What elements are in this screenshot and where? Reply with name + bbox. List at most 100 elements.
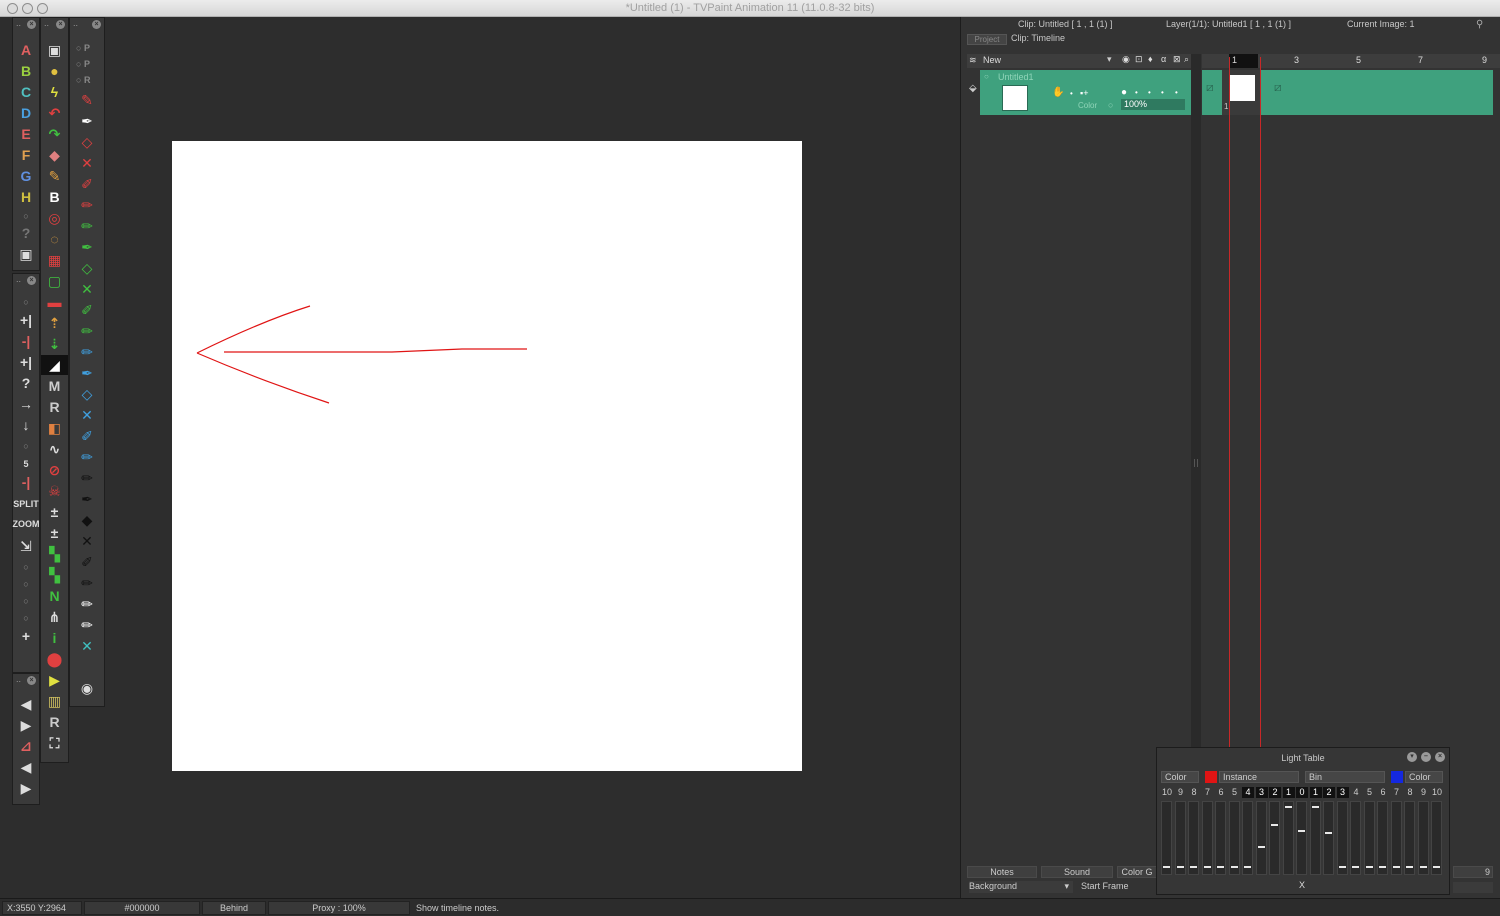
layers-icon[interactable]: ▚ <box>41 565 68 585</box>
pen-blue-icon[interactable]: ✒ <box>70 363 104 383</box>
insert-frame-icon[interactable]: +| <box>13 352 39 372</box>
pin-icon[interactable]: ⚲ <box>1476 19 1483 30</box>
close-panel-icon[interactable]: × <box>27 676 36 685</box>
opacity-slider[interactable] <box>1282 801 1294 875</box>
extend-right-icon[interactable]: ⧄ <box>1274 80 1282 95</box>
pen-tool-icon[interactable]: ● <box>41 61 68 81</box>
layer-opacity-field[interactable]: 100% <box>1121 99 1185 110</box>
proxy-level[interactable]: Proxy : 100% <box>268 901 410 915</box>
slider-knob[interactable] <box>1352 866 1359 868</box>
marker-blue-icon[interactable]: ✏ <box>70 342 104 362</box>
undo-icon[interactable]: ↶ <box>41 103 68 123</box>
radio-option[interactable]: ○ R <box>70 70 104 90</box>
slider-knob[interactable] <box>1244 866 1251 868</box>
diamond-blue-icon[interactable]: ◇ <box>70 384 104 404</box>
diamond-green-icon[interactable]: ◇ <box>70 258 104 278</box>
spiral-icon[interactable]: ◎ <box>41 208 68 228</box>
fullscreen-icon[interactable]: ⛶ <box>41 733 68 753</box>
opacity-slider[interactable] <box>1431 801 1442 875</box>
add-icon[interactable]: + <box>13 626 39 646</box>
x-red-icon[interactable]: ✕ <box>70 153 104 173</box>
eraser-icon[interactable]: ◆ <box>41 145 68 165</box>
opacity-slider[interactable] <box>1404 801 1415 875</box>
brush-green-icon[interactable]: ✐ <box>70 300 104 320</box>
left-mode-select[interactable]: Color <box>1161 771 1199 783</box>
new-layer-button[interactable]: New <box>983 55 1001 65</box>
select-rect-icon[interactable]: ▦ <box>41 250 68 270</box>
split-icon[interactable]: SPLIT <box>13 494 39 514</box>
brush-black-icon[interactable]: ✐ <box>70 552 104 572</box>
offset-number[interactable]: 2 <box>1269 787 1281 798</box>
lock-icon[interactable]: ⊡ <box>1135 54 1143 65</box>
redo-icon[interactable]: ↷ <box>41 124 68 144</box>
drawing-canvas[interactable] <box>172 141 802 771</box>
panel-f-icon[interactable]: F <box>13 145 39 165</box>
slider-knob[interactable] <box>1338 866 1346 868</box>
right-color-swatch[interactable] <box>1391 771 1403 783</box>
pen-black-icon[interactable]: ✒ <box>70 489 104 509</box>
layer-tag-icon[interactable]: ⬙ <box>969 83 977 94</box>
slider-knob[interactable] <box>1419 866 1427 868</box>
cut-frame-icon[interactable]: -| <box>13 472 39 492</box>
offset-number[interactable]: 8 <box>1404 787 1416 798</box>
panel-g-icon[interactable]: G <box>13 166 39 186</box>
offset-number[interactable]: 10 <box>1161 787 1173 798</box>
opacity-slider[interactable] <box>1188 801 1199 875</box>
forward-icon[interactable]: ▶ <box>13 778 39 798</box>
panel-settings-icon[interactable]: ▣ <box>13 244 39 264</box>
scroll-field[interactable] <box>1453 882 1493 893</box>
marker-green-icon[interactable]: ✏ <box>70 321 104 341</box>
graph-icon[interactable]: ⊿ <box>13 736 39 756</box>
opacity-slider[interactable] <box>1350 801 1361 875</box>
marker-black-icon[interactable]: ✏ <box>70 573 104 593</box>
frame-down-icon[interactable]: ↓ <box>13 415 39 435</box>
layers-icon[interactable]: ▚ <box>41 544 68 564</box>
skull-icon[interactable]: ☠ <box>41 481 68 501</box>
diamond-black-icon[interactable]: ◆ <box>70 510 104 530</box>
radio-icon[interactable]: ○ <box>1108 100 1113 110</box>
x-green-icon[interactable]: ✕ <box>70 279 104 299</box>
marker-blue-icon[interactable]: ✏ <box>70 447 104 467</box>
offset-number[interactable]: 9 <box>1175 787 1187 798</box>
plus-one-icon[interactable]: ± <box>41 502 68 522</box>
opacity-slider[interactable] <box>1174 801 1186 875</box>
opacity-slider[interactable] <box>1228 801 1240 875</box>
visibility-icon[interactable]: ◉ <box>1122 54 1130 65</box>
marker-white-icon[interactable]: ✏ <box>70 615 104 635</box>
offset-number[interactable]: 1 <box>1282 787 1295 798</box>
close-panel-icon[interactable]: × <box>27 276 36 285</box>
warp-icon[interactable]: ▬ <box>41 292 68 312</box>
opacity-slider[interactable] <box>1215 801 1226 875</box>
picker-icon[interactable]: ⇲ <box>13 536 39 556</box>
slider-knob[interactable] <box>1176 866 1184 868</box>
slider-knob[interactable] <box>1406 866 1413 868</box>
search-icon[interactable]: ⌕ <box>1184 54 1189 65</box>
radio-icon[interactable]: ○ <box>13 608 39 628</box>
lasso-icon[interactable]: ◌ <box>41 229 68 249</box>
marker-green-icon[interactable]: ✏ <box>70 216 104 236</box>
alpha-icon[interactable]: α <box>1161 54 1166 64</box>
close-icon[interactable]: × <box>1435 752 1445 762</box>
r-tool-icon[interactable]: R <box>41 712 68 732</box>
opacity-slider[interactable] <box>1377 801 1388 875</box>
slider-knob[interactable] <box>1325 832 1332 834</box>
dropdown-icon[interactable]: ▾ <box>1064 881 1069 892</box>
opacity-slider[interactable] <box>1201 801 1213 875</box>
dropdown-icon[interactable]: ▾ <box>1107 54 1112 65</box>
m-tool-icon[interactable]: M <box>41 376 68 396</box>
r-tool-icon[interactable]: R <box>41 397 68 417</box>
no-entry-icon[interactable]: ⊘ <box>41 460 68 480</box>
offset-number[interactable]: 10 <box>1431 787 1443 798</box>
slider-knob[interactable] <box>1271 824 1278 826</box>
panel-splitter[interactable] <box>1191 54 1201 864</box>
pen-white-icon[interactable]: ✒ <box>70 111 104 131</box>
radio-icon[interactable]: ○ <box>984 72 989 81</box>
slider-knob[interactable] <box>1311 806 1319 808</box>
frame-cell[interactable]: 1. <box>1222 70 1260 115</box>
stencil-icon[interactable]: ⊠ <box>1173 54 1181 65</box>
bucket-icon[interactable]: ◧ <box>41 418 68 438</box>
remove-frame-icon[interactable]: -| <box>13 331 39 351</box>
tab-project[interactable]: Project <box>967 34 1007 45</box>
slider-knob[interactable] <box>1365 866 1373 868</box>
curve-icon[interactable]: ∿ <box>41 439 68 459</box>
